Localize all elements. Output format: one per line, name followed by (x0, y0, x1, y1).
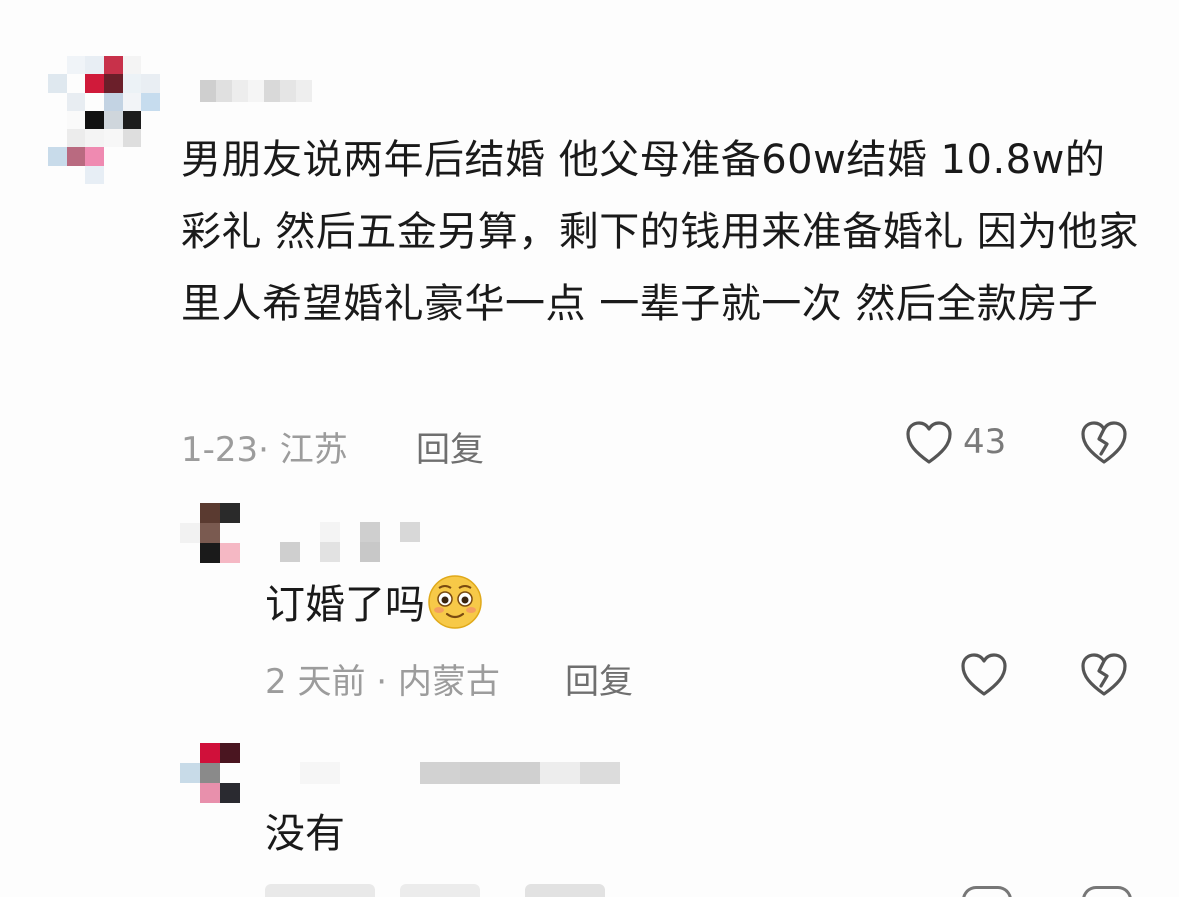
reply-text: 没有 (265, 811, 345, 857)
comment-text: 男朋友说两年后结婚 他父母准备60w结婚 10.8w的彩礼 然后五金另算，剩下的… (181, 137, 1139, 327)
avatar[interactable] (48, 56, 160, 184)
reply-button[interactable]: 回复 (565, 654, 633, 703)
reply-username[interactable] (280, 522, 420, 562)
comments-page: 男朋友说两年后结婚 他父母准备60w结婚 10.8w的彩礼 然后五金另算，剩下的… (0, 0, 1179, 897)
comment-meta: 1-23· 江苏 (181, 430, 348, 470)
smiling-face-emoji (428, 575, 482, 629)
reply-username[interactable] (260, 762, 620, 784)
next-meta-row-partial (0, 884, 1179, 897)
reply-text-content: 订婚了吗 (265, 582, 425, 628)
broken-heart-icon[interactable] (1080, 420, 1128, 466)
reply-avatar[interactable] (180, 743, 240, 803)
reply-meta: 2 天前 · 内蒙古 (265, 662, 500, 702)
reply-text: 订婚了吗 (265, 574, 483, 633)
broken-heart-icon[interactable] (1080, 652, 1128, 698)
reply-button[interactable]: 回复 (416, 422, 484, 471)
heart-outline-icon[interactable] (905, 420, 953, 466)
username[interactable] (200, 80, 312, 102)
heart-outline-icon[interactable] (960, 652, 1008, 698)
reply-avatar[interactable] (180, 503, 240, 563)
like-count: 43 (963, 422, 1007, 462)
